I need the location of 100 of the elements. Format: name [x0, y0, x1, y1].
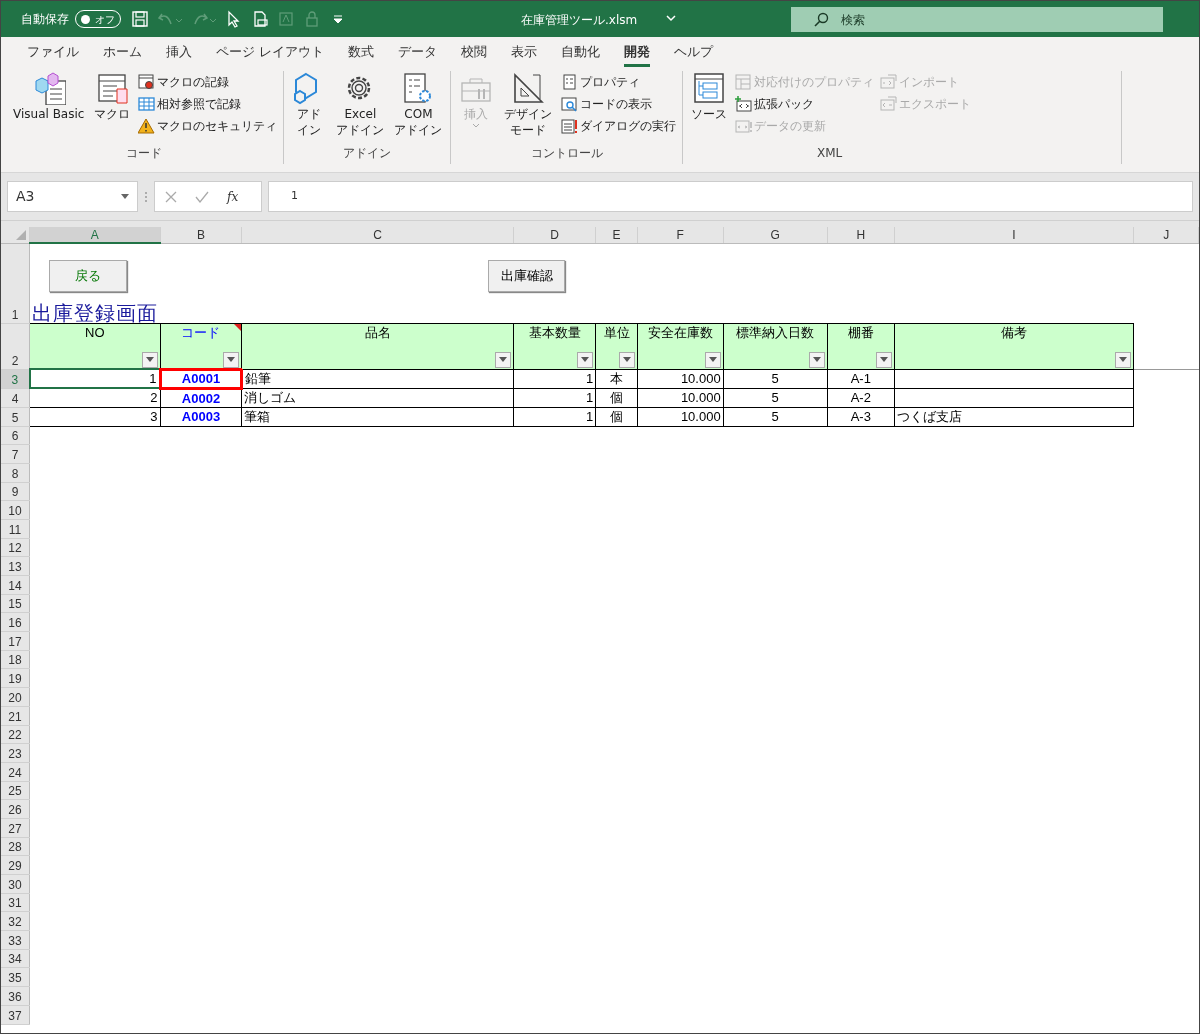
- ribbon-button[interactable]: コードの表示: [560, 93, 676, 115]
- caret-icon: [581, 357, 590, 362]
- column-letter[interactable]: C: [241, 227, 514, 243]
- filter-button[interactable]: [223, 351, 240, 368]
- expansion-pack-icon: [734, 95, 752, 113]
- ribbon-tab[interactable]: ページ レイアウト: [204, 38, 337, 67]
- caret-icon: [121, 194, 129, 199]
- table-cell[interactable]: A-3: [827, 407, 895, 426]
- row-number[interactable]: 3: [1, 369, 30, 388]
- table-cell[interactable]: 鉛筆: [241, 369, 514, 388]
- ribbon-tab[interactable]: ヘルプ: [662, 38, 726, 67]
- name-box[interactable]: A3: [7, 181, 138, 212]
- table-cell[interactable]: 個: [595, 388, 638, 407]
- column-letter[interactable]: E: [595, 227, 638, 243]
- header-label: 単位: [602, 323, 631, 339]
- column-letter[interactable]: I: [894, 227, 1134, 243]
- filter-button[interactable]: [704, 351, 721, 368]
- header-label: NO: [84, 323, 106, 339]
- print-preview-icon[interactable]: [251, 10, 269, 28]
- table-cell[interactable]: A0003: [160, 407, 242, 426]
- table-cell[interactable]: 5: [723, 388, 828, 407]
- ribbon-tab[interactable]: 数式: [336, 38, 387, 67]
- ribbon-tab[interactable]: 挿入: [154, 38, 204, 67]
- filter-button[interactable]: [1115, 351, 1132, 368]
- column-letter[interactable]: D: [513, 227, 596, 243]
- table-cell[interactable]: [894, 388, 1134, 407]
- table-cell[interactable]: 10.000: [637, 388, 724, 407]
- table-cell[interactable]: 5: [723, 407, 828, 426]
- ribbon-button[interactable]: ソース: [688, 71, 729, 123]
- filter-button[interactable]: [618, 351, 635, 368]
- ribbon-tab[interactable]: 表示: [499, 38, 550, 67]
- insert-function-button[interactable]: fx: [227, 190, 239, 203]
- table-cell[interactable]: 10.000: [637, 407, 724, 426]
- row-number[interactable]: 5: [1, 407, 30, 426]
- header-label: 備考: [1000, 323, 1029, 339]
- ribbon-button[interactable]: マクロの記録: [138, 71, 278, 93]
- group-label: アドイン: [342, 145, 393, 162]
- table-cell[interactable]: つくば支店: [894, 407, 1134, 426]
- ribbon-tab[interactable]: ホーム: [91, 38, 154, 67]
- filter-button[interactable]: [875, 351, 892, 368]
- sheet-button[interactable]: 出庫確認: [488, 260, 565, 292]
- row-number[interactable]: 2: [1, 323, 30, 369]
- ribbon-button[interactable]: Excel アドイン: [334, 71, 387, 139]
- table-cell[interactable]: 10.000: [637, 369, 724, 388]
- ribbon-button[interactable]: COM アドイン: [392, 71, 445, 139]
- header-label: 品名: [363, 323, 392, 339]
- table-cell[interactable]: A0001: [160, 369, 242, 388]
- ribbon-button[interactable]: マクロのセキュリティ: [138, 115, 278, 137]
- header-label: 標準納入日数: [735, 323, 816, 339]
- header-label: コード: [180, 323, 222, 339]
- column-letter[interactable]: A: [29, 227, 160, 243]
- table-cell[interactable]: 本: [595, 369, 638, 388]
- group-label: コントロール: [529, 145, 604, 162]
- filter-button[interactable]: [141, 351, 158, 368]
- formula-field[interactable]: 1: [268, 181, 1193, 212]
- ribbon-button[interactable]: 相対参照で記録: [138, 93, 278, 115]
- sheet-button[interactable]: 戻る: [49, 260, 127, 292]
- caret-icon: [498, 357, 507, 362]
- table-cell[interactable]: 個: [595, 407, 638, 426]
- column-letter[interactable]: B: [160, 227, 242, 243]
- table-cell[interactable]: 1: [513, 407, 596, 426]
- ribbon-button[interactable]: デザインモード: [501, 71, 555, 139]
- row-number[interactable]: 4: [1, 388, 30, 407]
- table-cell[interactable]: 1: [513, 388, 596, 407]
- ribbon-button[interactable]: マクロ: [92, 71, 133, 123]
- table-cell[interactable]: 1: [513, 369, 596, 388]
- table-cell[interactable]: A-1: [827, 369, 895, 388]
- ribbon-button[interactable]: アドイン: [290, 71, 329, 139]
- search-icon: [813, 12, 829, 28]
- file-name[interactable]: 在庫管理ツール.xlsm: [521, 11, 638, 29]
- ribbon-tab[interactable]: 自動化: [549, 38, 613, 67]
- table-cell[interactable]: 筆箱: [241, 407, 514, 426]
- table-cell[interactable]: 3: [29, 407, 160, 426]
- ribbon-tab[interactable]: 校閲: [449, 38, 500, 67]
- ribbon-button[interactable]: 拡張パック: [734, 93, 874, 115]
- filter-button[interactable]: [494, 351, 511, 368]
- column-letter[interactable]: G: [723, 227, 828, 243]
- caret-icon: [622, 357, 631, 362]
- ribbon-button[interactable]: ダイアログの実行: [560, 115, 676, 137]
- caret-icon: [227, 357, 236, 362]
- search-field[interactable]: 検索: [791, 7, 1163, 32]
- ribbon-tab[interactable]: データ: [386, 38, 450, 67]
- ribbon-button[interactable]: プロパティ: [560, 71, 676, 93]
- table-cell[interactable]: A0002: [160, 388, 242, 407]
- ribbon-tab[interactable]: ファイル: [15, 38, 91, 67]
- table-cell[interactable]: 消しゴム: [241, 388, 514, 407]
- table-cell[interactable]: A-2: [827, 388, 895, 407]
- filter-button[interactable]: [577, 351, 594, 368]
- column-letter[interactable]: H: [827, 227, 895, 243]
- column-letter[interactable]: F: [637, 227, 724, 243]
- table-cell[interactable]: 1: [29, 369, 160, 388]
- filter-button[interactable]: [808, 351, 825, 368]
- row-number[interactable]: 1: [1, 243, 30, 323]
- table-cell[interactable]: 5: [723, 369, 828, 388]
- ribbon-button[interactable]: Visual Basic: [11, 71, 87, 123]
- table-cell[interactable]: 2: [29, 388, 160, 407]
- save-icon[interactable]: [131, 10, 149, 28]
- column-letter[interactable]: J: [1133, 227, 1199, 243]
- table-cell[interactable]: [894, 369, 1134, 388]
- caret-icon: [1119, 357, 1128, 362]
